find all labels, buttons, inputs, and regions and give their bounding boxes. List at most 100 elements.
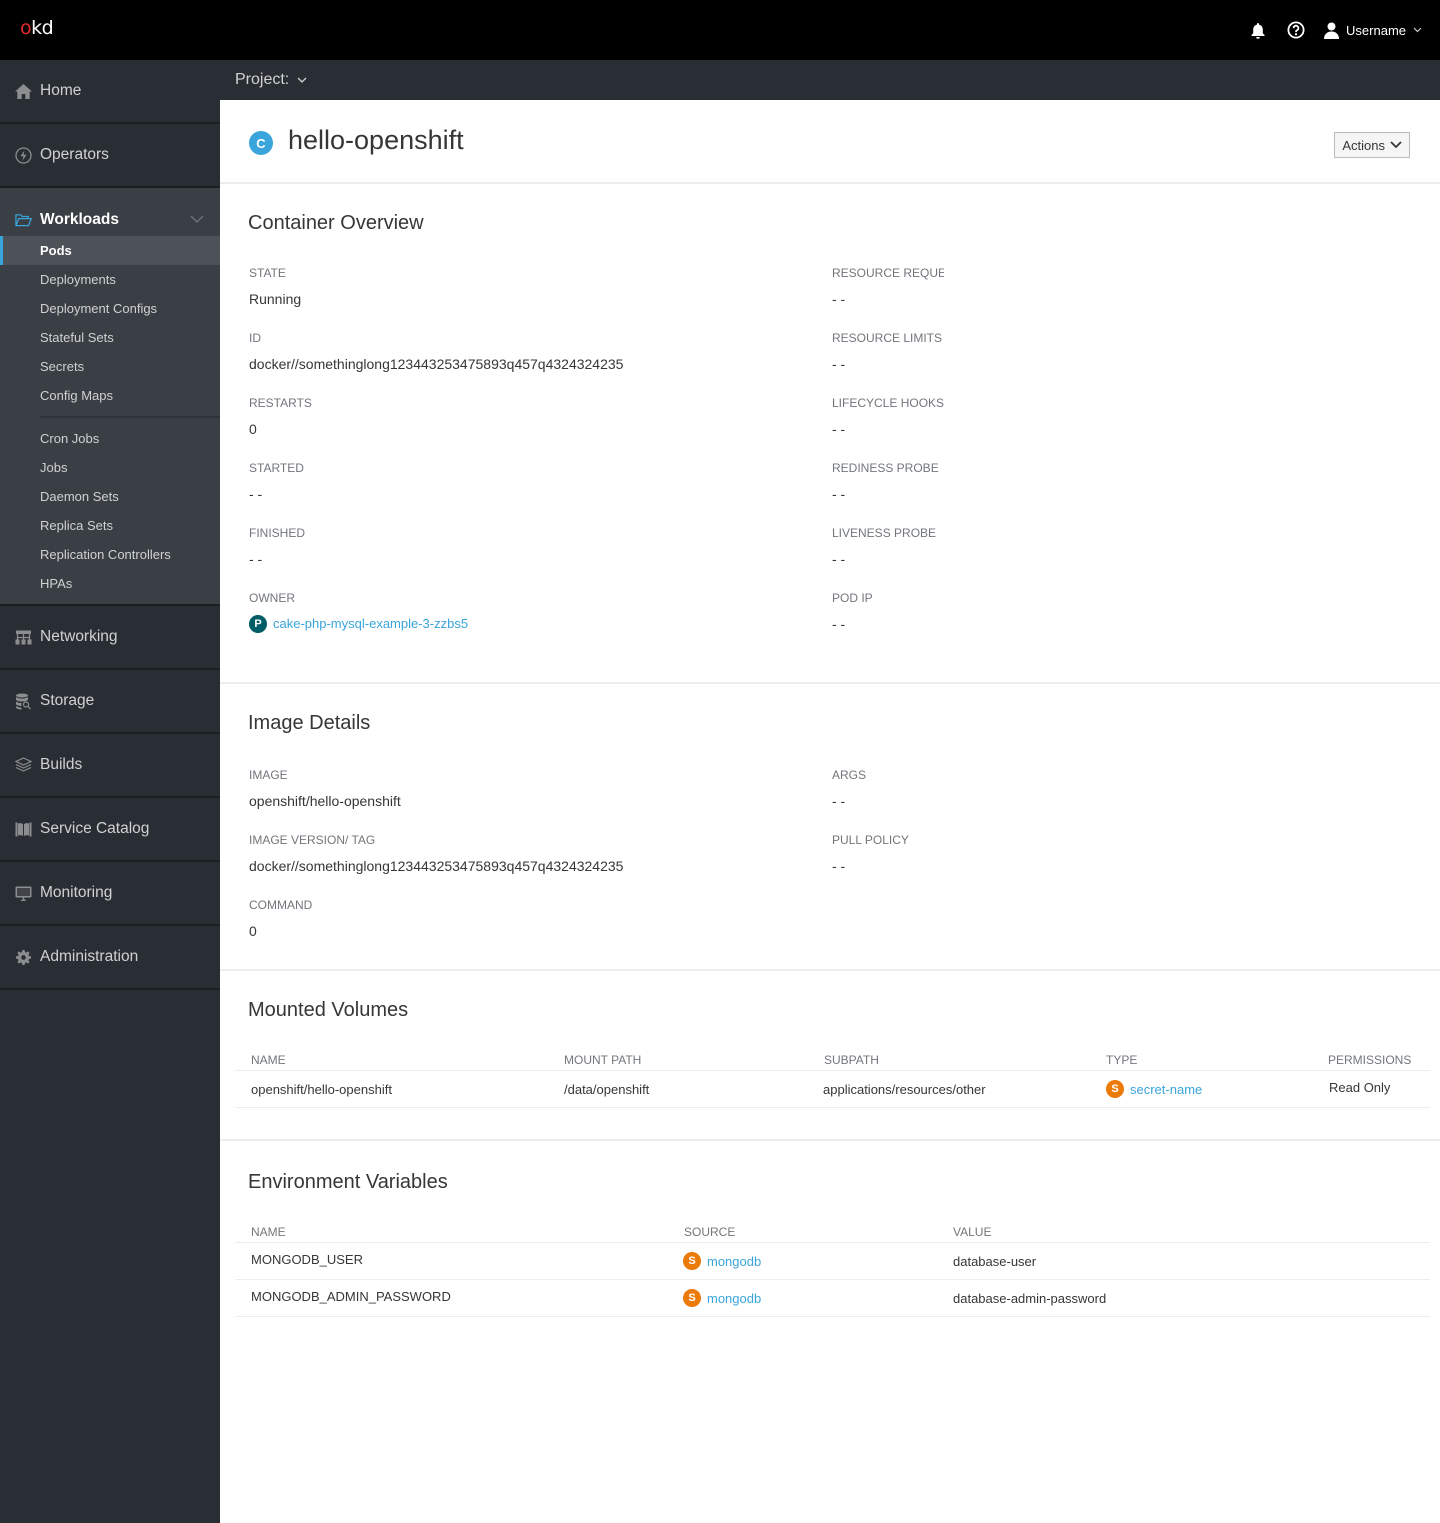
column-header-subpath[interactable]: Subpath <box>824 1041 879 1070</box>
field-restarts: Restarts 0 <box>249 396 312 437</box>
owner-link[interactable]: P cake-php-mysql-example-3-zzbs5 <box>249 614 623 634</box>
column-header-name[interactable]: Name <box>251 1213 286 1242</box>
network-icon <box>15 629 32 646</box>
environment-variables-table: Name Source Value MONGODB_USER S mongodb… <box>235 1213 1430 1317</box>
section-title: Container Overview <box>248 212 424 234</box>
storage-icon <box>15 693 32 710</box>
sidebar-subitem-deployments[interactable]: Deployments <box>0 265 220 294</box>
folder-open-icon <box>15 212 32 229</box>
column-header-name[interactable]: Name <box>251 1041 286 1070</box>
column-header-mount-path[interactable]: Mount Path <box>564 1041 641 1070</box>
sidebar-subitem-pods[interactable]: Pods <box>0 236 220 265</box>
chevron-down-icon <box>297 77 307 83</box>
volume-type: S secret-name <box>1106 1071 1202 1107</box>
monitor-icon <box>15 885 32 902</box>
volume-permissions: Read Only <box>1329 1079 1391 1095</box>
main-content: C hello-openshift Actions Container Over… <box>220 100 1440 1523</box>
column-header-source[interactable]: Source <box>684 1213 735 1242</box>
image-details-left: Image openshift/hello-openshift Image Ve… <box>249 765 623 960</box>
field-lifecycle-hooks: Lifecycle Hooks - - <box>832 396 944 437</box>
chevron-down-icon <box>1390 141 1402 149</box>
field-pull-policy: Pull Policy - - <box>832 833 909 874</box>
chevron-down-icon[interactable] <box>190 215 204 223</box>
volume-name: openshift/hello-openshift <box>251 1081 392 1097</box>
source-link[interactable]: mongodb <box>707 1254 761 1269</box>
workloads-subnav: Pods Deployments Deployment Configs Stat… <box>0 236 220 604</box>
catalog-icon <box>15 821 32 838</box>
secret-resource-badge: S <box>683 1252 701 1270</box>
user-menu[interactable]: Username <box>1324 22 1422 39</box>
env-value: database-admin-password <box>953 1290 1107 1306</box>
column-header-type[interactable]: Type <box>1106 1041 1137 1070</box>
volume-mount-path: /data/openshift <box>564 1081 650 1097</box>
field-id: ID docker//somethinglong123443253475893q… <box>249 331 624 372</box>
env-value: database-user <box>953 1253 1037 1269</box>
table-header: Name Mount Path Subpath Type Permissions <box>235 1041 1430 1071</box>
sidebar-subitem-config-maps[interactable]: Config Maps <box>0 381 220 410</box>
sidebar-subitem-jobs[interactable]: Jobs <box>0 453 220 482</box>
home-icon <box>15 83 32 100</box>
environment-variables-section: Environment Variables Name Source Value … <box>220 1141 1440 1341</box>
sidebar-subitem-cron-jobs[interactable]: Cron Jobs <box>0 424 220 453</box>
project-dropdown[interactable]: Project: <box>235 71 307 89</box>
okd-logo[interactable]: okd <box>20 17 54 39</box>
sidebar-subitem-replication-controllers[interactable]: Replication Controllers <box>0 540 220 569</box>
sidebar-subitem-stateful-sets[interactable]: Stateful Sets <box>0 323 220 352</box>
sidebar-subitem-secrets[interactable]: Secrets <box>0 352 220 381</box>
column-header-value[interactable]: Value <box>953 1213 991 1242</box>
env-name: MONGODB_USER <box>251 1251 363 1267</box>
mounted-volumes-table: Name Mount Path Subpath Type Permissions… <box>235 1041 1430 1108</box>
field-pod-ip: Pod IP - - <box>832 591 873 632</box>
sidebar-subitem-deployment-configs[interactable]: Deployment Configs <box>0 294 220 323</box>
sidebar-item-service-catalog[interactable]: Service Catalog <box>0 798 220 862</box>
table-header: Name Source Value <box>235 1213 1430 1243</box>
field-owner: Owner P cake-php-mysql-example-3-zzbs5 <box>249 588 623 653</box>
table-row: MONGODB_ADMIN_PASSWORD S mongodb databas… <box>235 1280 1430 1317</box>
field-resource-requests: Resource Requests - - <box>832 266 944 307</box>
bell-icon[interactable] <box>1248 20 1268 40</box>
sidebar-item-home[interactable]: Home <box>0 60 220 124</box>
volume-subpath: applications/resources/other <box>823 1081 986 1097</box>
help-icon[interactable] <box>1286 20 1306 40</box>
bolt-icon <box>15 146 32 164</box>
field-command: Command 0 <box>249 898 313 939</box>
section-title: Image Details <box>248 712 371 734</box>
sidebar-item-builds[interactable]: Builds <box>0 734 220 798</box>
actions-button[interactable]: Actions <box>1334 132 1410 158</box>
masthead-toolbar: Username <box>1248 0 1422 60</box>
sidebar-item-administration[interactable]: Administration <box>0 926 220 990</box>
subnav-divider <box>40 416 220 418</box>
field-readiness-probe: Rediness Probe - - <box>832 461 939 502</box>
source-link[interactable]: mongodb <box>707 1291 761 1306</box>
username-label: Username <box>1346 22 1406 38</box>
env-source: S mongodb <box>683 1280 761 1316</box>
sidebar-subitem-daemon-sets[interactable]: Daemon Sets <box>0 482 220 511</box>
chevron-down-icon <box>1413 27 1422 33</box>
sidebar-item-networking[interactable]: Networking <box>0 606 220 670</box>
image-details-section: Image Details Image openshift/hello-open… <box>220 684 1440 971</box>
owner-link-text[interactable]: cake-php-mysql-example-3-zzbs5 <box>273 614 468 634</box>
field-started: Started - - <box>249 461 304 502</box>
column-header-permissions[interactable]: Permissions <box>1328 1041 1411 1070</box>
env-source: S mongodb <box>683 1243 761 1279</box>
field-resource-limits: Resource Limits - - <box>832 331 943 372</box>
field-image: Image openshift/hello-openshift <box>249 768 401 809</box>
masthead: okd Username <box>0 0 1440 60</box>
user-icon <box>1324 22 1340 39</box>
sidebar-item-operators[interactable]: Operators <box>0 124 220 188</box>
sidebar-group-workloads: Workloads Pods Deployments Deployment Co… <box>0 188 220 606</box>
page-title: hello-openshift <box>288 125 464 155</box>
field-args: Args - - <box>832 768 867 809</box>
field-liveness-probe: Liveness Probe - - <box>832 526 937 567</box>
gear-icon <box>15 949 32 966</box>
field-image-version-tag: Image Version/ Tag docker//somethinglong… <box>249 833 624 874</box>
pod-resource-badge: P <box>249 615 267 633</box>
sidebar-item-storage[interactable]: Storage <box>0 670 220 734</box>
section-title: Mounted Volumes <box>248 999 409 1021</box>
sidebar-subitem-hpas[interactable]: HPAs <box>0 569 220 598</box>
container-overview-left: State Running ID docker//somethinglong12… <box>249 263 623 653</box>
sidebar-subitem-replica-sets[interactable]: Replica Sets <box>0 511 220 540</box>
secret-link[interactable]: secret-name <box>1130 1082 1202 1097</box>
sidebar-item-monitoring[interactable]: Monitoring <box>0 862 220 926</box>
sidebar-nav: Home Operators Workloads Pods Deployment… <box>0 60 220 1523</box>
